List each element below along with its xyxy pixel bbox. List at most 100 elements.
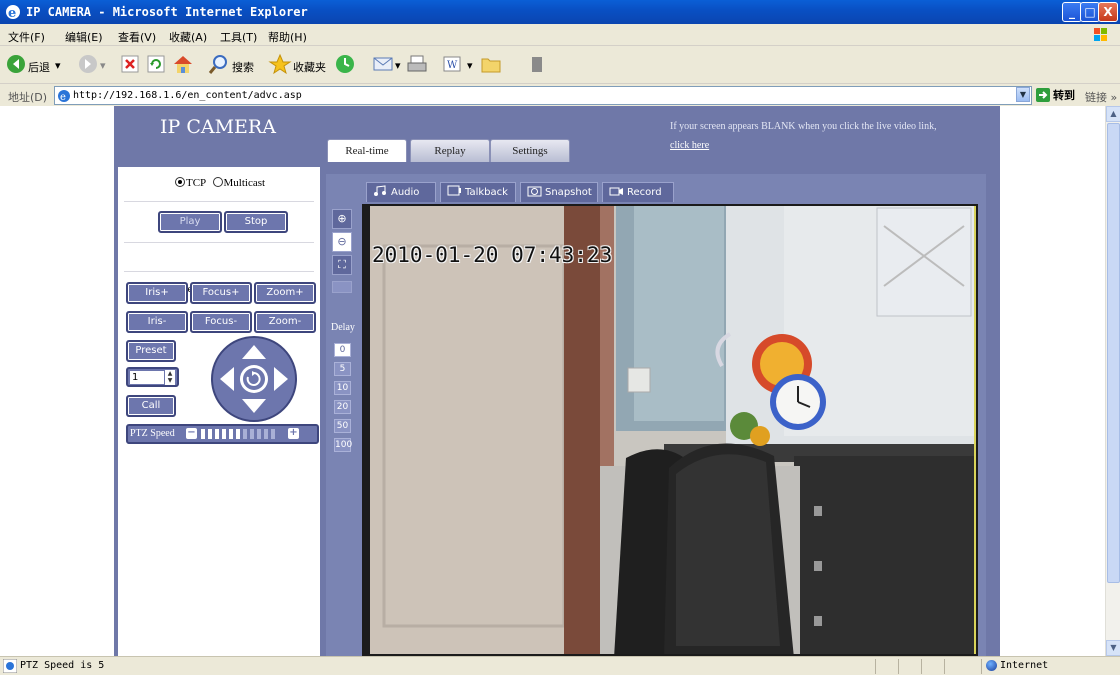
audio-icon bbox=[374, 185, 386, 196]
messenger-icon[interactable] bbox=[526, 53, 548, 75]
ptz-speed-step[interactable] bbox=[215, 429, 219, 439]
stepper-arrows-icon[interactable]: ▲ ▼ bbox=[165, 370, 175, 385]
menu-edit[interactable]: 编辑(E) bbox=[65, 29, 103, 45]
preset-number-stepper[interactable]: 1 ▲ ▼ bbox=[126, 367, 179, 387]
play-button[interactable]: Play bbox=[158, 211, 222, 233]
ptz-speed-step[interactable] bbox=[236, 429, 240, 439]
ptz-speed-step[interactable] bbox=[229, 429, 233, 439]
video-panel: Audio Talkback Snapshot Record ⊕ ⊖ ⛶ Del… bbox=[326, 174, 986, 656]
status-bar: PTZ Speed is 5 Internet bbox=[0, 656, 1120, 675]
scroll-down-icon[interactable]: ▼ bbox=[1106, 640, 1120, 656]
scroll-up-icon[interactable]: ▲ bbox=[1106, 106, 1120, 122]
divider bbox=[332, 281, 352, 293]
ie-icon: e bbox=[6, 5, 20, 20]
record-tab[interactable]: Record bbox=[602, 182, 674, 202]
ptz-direction-pad[interactable] bbox=[210, 335, 298, 423]
blank-screen-hint: If your screen appears BLANK when you cl… bbox=[670, 117, 950, 155]
multicast-radio[interactable] bbox=[212, 177, 223, 187]
window-title-bar[interactable]: e IP CAMERA - Microsoft Internet Explore… bbox=[0, 0, 1120, 24]
zoom-plus-button[interactable]: Zoom+ bbox=[254, 282, 316, 304]
home-icon[interactable] bbox=[172, 53, 194, 75]
menu-tools[interactable]: 工具(T) bbox=[220, 29, 257, 45]
minimize-button[interactable]: _ bbox=[1062, 2, 1082, 22]
zoom-minus-button[interactable]: Zoom- bbox=[254, 311, 316, 333]
delay-option-0[interactable]: 0 bbox=[334, 343, 351, 357]
edit-word-icon[interactable]: W bbox=[442, 53, 464, 75]
ptz-speed-step[interactable] bbox=[271, 429, 275, 439]
menu-help[interactable]: 帮助(H) bbox=[268, 29, 307, 45]
stop-icon[interactable] bbox=[120, 53, 140, 75]
history-icon[interactable] bbox=[334, 53, 356, 75]
go-button[interactable]: 转到 bbox=[1053, 87, 1075, 103]
edit-dropdown-icon[interactable]: ▾ bbox=[467, 59, 473, 72]
ptz-speed-step[interactable] bbox=[201, 429, 205, 439]
camera-body: TCP Multicast Play Stop Relay on/off Iri… bbox=[114, 162, 1000, 656]
ptz-speed-minus-icon[interactable]: − bbox=[186, 428, 197, 439]
scroll-thumb[interactable] bbox=[1107, 123, 1120, 583]
call-button[interactable]: Call bbox=[126, 395, 176, 417]
tcp-radio[interactable] bbox=[175, 177, 185, 187]
menu-view[interactable]: 查看(V) bbox=[118, 29, 156, 45]
delay-option-100[interactable]: 100 bbox=[334, 438, 352, 452]
mail-dropdown-icon[interactable]: ▾ bbox=[395, 59, 401, 72]
back-icon[interactable] bbox=[6, 53, 26, 75]
delay-option-50[interactable]: 50 bbox=[334, 419, 351, 433]
ptz-speed-plus-icon[interactable]: + bbox=[288, 428, 299, 439]
back-dropdown-icon[interactable]: ▾ bbox=[55, 59, 61, 72]
ptz-speed-step[interactable] bbox=[250, 429, 254, 439]
ptz-speed-step[interactable] bbox=[257, 429, 261, 439]
search-button-label[interactable]: 搜索 bbox=[232, 59, 254, 75]
links-button[interactable]: 链接 » bbox=[1085, 89, 1117, 105]
live-video-feed[interactable]: 2010-01-20 07:43:23 bbox=[362, 204, 978, 656]
focus-plus-button[interactable]: Focus+ bbox=[190, 282, 252, 304]
divider bbox=[981, 659, 982, 674]
menu-file[interactable]: 文件(F) bbox=[8, 29, 45, 45]
ptz-speed-step[interactable] bbox=[243, 429, 247, 439]
mail-icon[interactable] bbox=[372, 53, 394, 75]
tab-settings[interactable]: Settings bbox=[490, 139, 570, 162]
favorites-star-icon[interactable] bbox=[268, 53, 292, 75]
delay-option-5[interactable]: 5 bbox=[334, 362, 351, 376]
audio-tab[interactable]: Audio bbox=[366, 182, 436, 202]
address-dropdown-icon[interactable]: ▼ bbox=[1016, 87, 1030, 102]
favorites-button-label[interactable]: 收藏夹 bbox=[293, 59, 326, 75]
back-button-label[interactable]: 后退 bbox=[28, 59, 50, 75]
zoom-out-icon[interactable]: ⊖ bbox=[332, 232, 352, 252]
click-here-link[interactable]: click here bbox=[670, 140, 709, 151]
ptz-speed-step[interactable] bbox=[208, 429, 212, 439]
focus-minus-button[interactable]: Focus- bbox=[190, 311, 252, 333]
camera-logo: IP CAMERA bbox=[160, 116, 276, 138]
delay-option-20[interactable]: 20 bbox=[334, 400, 351, 414]
refresh-icon[interactable] bbox=[146, 53, 166, 75]
menu-favorites[interactable]: 收藏(A) bbox=[169, 29, 207, 45]
ptz-speed-step[interactable] bbox=[264, 429, 268, 439]
snapshot-tab[interactable]: Snapshot bbox=[520, 182, 598, 202]
delay-option-10[interactable]: 10 bbox=[334, 381, 351, 395]
forward-icon[interactable] bbox=[78, 53, 98, 75]
preset-button[interactable]: Preset bbox=[126, 340, 176, 362]
svg-text:e: e bbox=[8, 6, 16, 20]
close-button[interactable]: X bbox=[1098, 2, 1118, 22]
forward-dropdown-icon[interactable]: ▾ bbox=[100, 59, 106, 72]
talkback-icon bbox=[447, 185, 461, 196]
video-camera-icon bbox=[609, 187, 623, 196]
preset-number-value[interactable]: 1 bbox=[130, 371, 164, 384]
search-icon[interactable] bbox=[208, 53, 230, 75]
maximize-button[interactable]: □ bbox=[1080, 2, 1100, 22]
fullscreen-icon[interactable]: ⛶ bbox=[332, 255, 352, 275]
go-arrow-icon[interactable] bbox=[1036, 88, 1050, 102]
folder-icon[interactable] bbox=[480, 53, 502, 75]
tab-real-time[interactable]: Real-time bbox=[327, 139, 407, 162]
iris-plus-button[interactable]: Iris+ bbox=[126, 282, 188, 304]
tab-replay[interactable]: Replay bbox=[410, 139, 490, 162]
ptz-speed-step[interactable] bbox=[222, 429, 226, 439]
iris-minus-button[interactable]: Iris- bbox=[126, 311, 188, 333]
zoom-in-icon[interactable]: ⊕ bbox=[332, 209, 352, 229]
vertical-scrollbar[interactable]: ▲ ▼ bbox=[1105, 106, 1120, 656]
web-content: IP CAMERA If your screen appears BLANK w… bbox=[0, 106, 1105, 656]
print-icon[interactable] bbox=[406, 53, 428, 75]
talkback-tab[interactable]: Talkback bbox=[440, 182, 516, 202]
page-icon: e bbox=[58, 90, 70, 103]
stop-button[interactable]: Stop bbox=[224, 211, 288, 233]
address-input[interactable]: e http://192.168.1.6/en_content/advc.asp bbox=[54, 86, 1032, 105]
